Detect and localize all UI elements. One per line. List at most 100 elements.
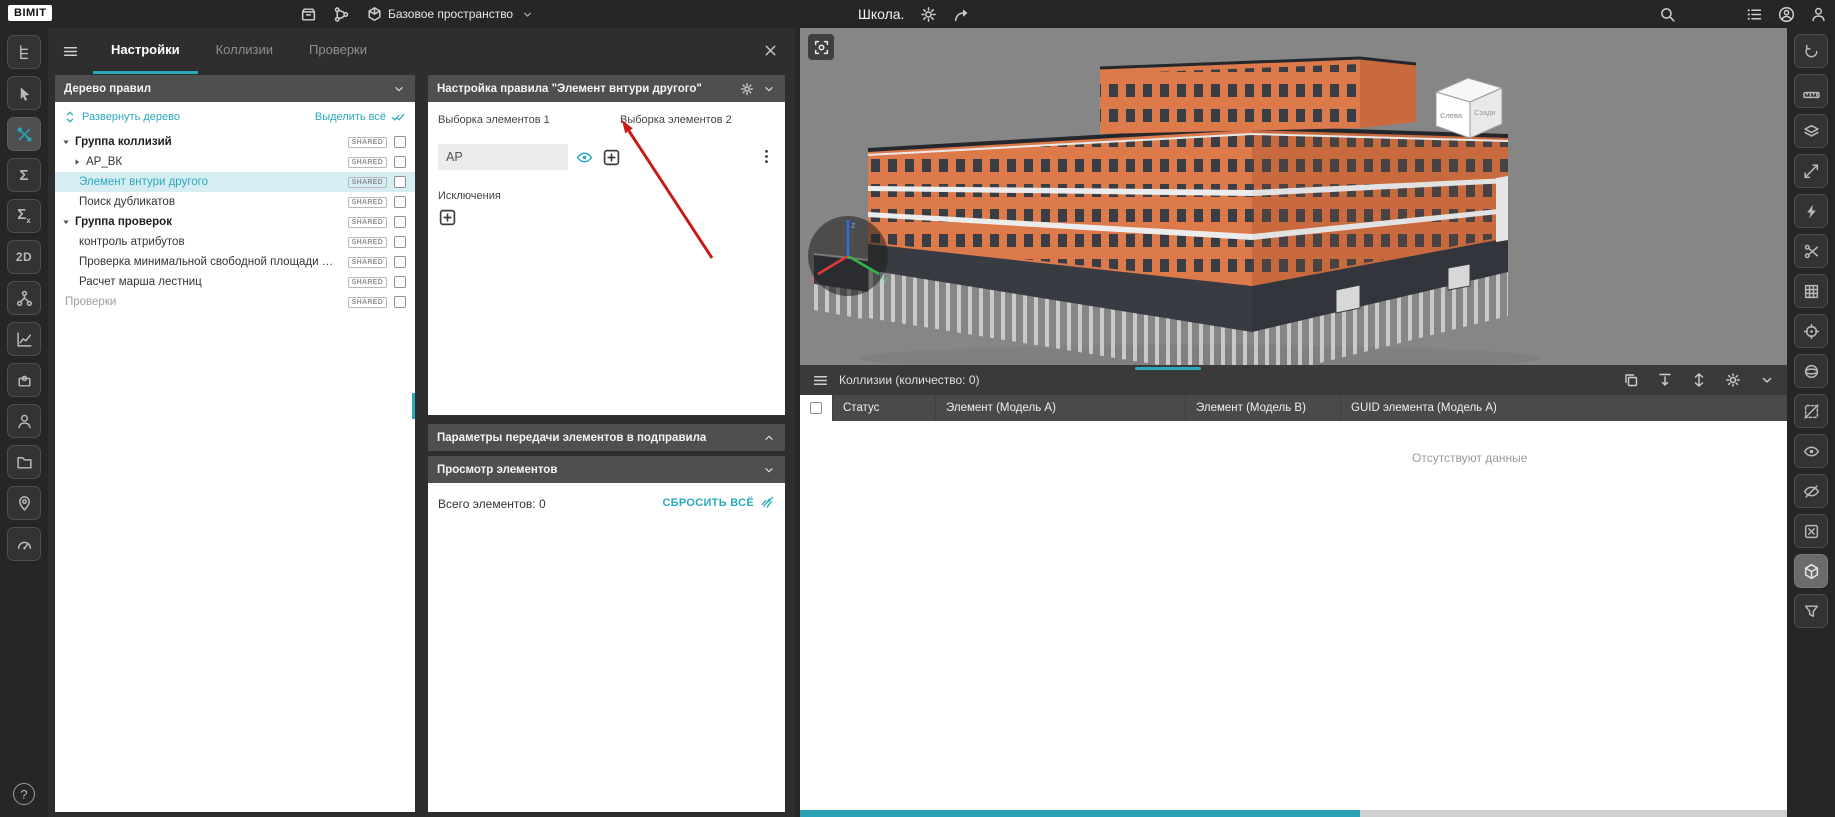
- tree-row-duplicates[interactable]: Поиск дубликатов SHARED: [55, 192, 415, 212]
- tree-item-checkbox[interactable]: [394, 176, 406, 188]
- copy-button[interactable]: [1623, 372, 1639, 388]
- versions-button[interactable]: [333, 6, 350, 23]
- 3d-scene[interactable]: x Y z Слева Сзади: [800, 28, 1787, 365]
- column-element-b[interactable]: Элемент (Модель B): [1185, 395, 1340, 421]
- tree-row-ar-vk[interactable]: АР_ВК SHARED: [55, 152, 415, 172]
- tree-item-checkbox[interactable]: [394, 236, 406, 248]
- model-viewport[interactable]: x Y z Слева Сзади Коллизии (количество: …: [800, 28, 1787, 817]
- reset-all-button[interactable]: СБРОСИТЬ ВСЁ: [662, 495, 775, 510]
- share-button[interactable]: [953, 6, 970, 23]
- rules-tree-header[interactable]: Дерево правил: [55, 75, 415, 102]
- users-button[interactable]: [7, 404, 41, 438]
- menu-list-button[interactable]: [1746, 6, 1763, 23]
- layers-button[interactable]: [1794, 114, 1828, 148]
- measure-button[interactable]: [1794, 154, 1828, 188]
- view-2d-button[interactable]: 2D: [7, 240, 41, 274]
- tree-item-checkbox[interactable]: [394, 196, 406, 208]
- summary-button[interactable]: Σ: [7, 158, 41, 192]
- preview-selection-button[interactable]: [576, 149, 593, 166]
- column-guid-a[interactable]: GUID элемента (Модель A): [1340, 395, 1787, 421]
- tree-item-checkbox[interactable]: [394, 156, 406, 168]
- model-sync-button[interactable]: [366, 6, 383, 23]
- structure-button[interactable]: [7, 281, 41, 315]
- align-button[interactable]: [1691, 372, 1707, 388]
- zoom-to-fit-button[interactable]: [808, 34, 834, 60]
- tree-item-checkbox[interactable]: [394, 216, 406, 228]
- selection1-input[interactable]: [438, 144, 568, 170]
- chevron-down-icon[interactable]: [762, 463, 776, 477]
- tree-row-collision-group[interactable]: Группа коллизий SHARED: [55, 132, 415, 152]
- tree-row-checks[interactable]: Проверки SHARED: [55, 292, 415, 312]
- show-button[interactable]: [1794, 434, 1828, 468]
- profile-button[interactable]: [1810, 6, 1827, 23]
- tree-row-element-inside[interactable]: Элемент внтури другого SHARED: [55, 172, 415, 192]
- elements-view-header[interactable]: Просмотр элементов: [428, 456, 785, 483]
- rule-settings-header[interactable]: Настройка правила "Элемент внтури другог…: [428, 75, 785, 102]
- app-logo[interactable]: BIMIT: [8, 5, 52, 21]
- tree-row-min-area-check[interactable]: Проверка минимальной свободной площади с…: [55, 252, 415, 272]
- search-button[interactable]: [1659, 6, 1676, 23]
- tree-item-checkbox[interactable]: [394, 256, 406, 268]
- collisions-menu-button[interactable]: [812, 372, 829, 389]
- subrules-header[interactable]: Параметры передачи элементов в подправил…: [428, 424, 785, 451]
- help-button[interactable]: ?: [13, 783, 35, 805]
- account-button[interactable]: [1778, 6, 1795, 23]
- select-button[interactable]: [7, 76, 41, 110]
- isolate-button[interactable]: [1794, 514, 1828, 548]
- column-element-a[interactable]: Элемент (Модель A): [935, 395, 1185, 421]
- tree-item-checkbox[interactable]: [394, 136, 406, 148]
- tab-checks[interactable]: Проверки: [291, 28, 385, 74]
- rule-more-button[interactable]: [758, 148, 775, 165]
- tree-item-checkbox[interactable]: [394, 296, 406, 308]
- model-view-button[interactable]: [1794, 554, 1828, 588]
- add-selection2-button[interactable]: [602, 148, 621, 167]
- subtotal-button[interactable]: Σx: [7, 199, 41, 233]
- quick-actions-button[interactable]: [1794, 194, 1828, 228]
- project-archive-button[interactable]: [300, 6, 317, 23]
- close-panel-button[interactable]: [762, 42, 779, 59]
- shared-folder-button[interactable]: [7, 445, 41, 479]
- tree-row-stairs-calc[interactable]: Расчет марша лестниц SHARED: [55, 272, 415, 292]
- hide-button[interactable]: [1794, 474, 1828, 508]
- filter-button[interactable]: [1794, 594, 1828, 628]
- collapse-triangle-icon[interactable]: [60, 216, 72, 228]
- select-all-button[interactable]: Выделить всё: [315, 110, 405, 124]
- plugins-button[interactable]: [7, 363, 41, 397]
- chevron-down-icon[interactable]: [762, 82, 776, 96]
- sphere-view-button[interactable]: [1794, 354, 1828, 388]
- fit-height-button[interactable]: [1657, 372, 1673, 388]
- view-cube[interactable]: Слева Сзади: [1436, 78, 1502, 138]
- axis-gizmo[interactable]: x Y z: [808, 216, 888, 296]
- collapse-triangle-icon[interactable]: [60, 136, 72, 148]
- grid-button[interactable]: [1794, 274, 1828, 308]
- clip-button[interactable]: [1794, 234, 1828, 268]
- section-box-button[interactable]: [1794, 394, 1828, 428]
- chevron-up-icon[interactable]: [762, 431, 776, 445]
- orbit-button[interactable]: [1794, 34, 1828, 68]
- collapse-panel-button[interactable]: [1759, 372, 1775, 388]
- table-settings-button[interactable]: [1725, 372, 1741, 388]
- select-all-checkbox[interactable]: [810, 402, 822, 414]
- expand-triangle-icon[interactable]: [71, 156, 83, 168]
- workspace-selector[interactable]: Базовое пространство: [388, 0, 534, 28]
- project-settings-button[interactable]: [920, 6, 937, 23]
- column-status[interactable]: Статус: [832, 395, 935, 421]
- collision-check-button[interactable]: [7, 117, 41, 151]
- model-tree-button[interactable]: [7, 35, 41, 69]
- panel-menu-button[interactable]: [62, 43, 79, 60]
- tree-row-checks-group[interactable]: Группа проверок SHARED: [55, 212, 415, 232]
- expand-tree-button[interactable]: Развернуть дерево: [63, 110, 180, 124]
- dashboard-button[interactable]: [7, 527, 41, 561]
- scrollbar-thumb[interactable]: [412, 393, 415, 419]
- building-model[interactable]: [814, 58, 1540, 365]
- gear-icon[interactable]: [740, 82, 754, 96]
- tree-row-attribute-control[interactable]: контроль атрибутов SHARED: [55, 232, 415, 252]
- tree-item-checkbox[interactable]: [394, 276, 406, 288]
- ruler-button[interactable]: [1794, 74, 1828, 108]
- add-exclusion-button[interactable]: [438, 208, 457, 227]
- focus-target-button[interactable]: [1794, 314, 1828, 348]
- user-location-button[interactable]: [7, 486, 41, 520]
- charts-button[interactable]: [7, 322, 41, 356]
- tab-settings[interactable]: Настройки: [93, 28, 198, 74]
- tab-collisions[interactable]: Коллизии: [198, 28, 291, 74]
